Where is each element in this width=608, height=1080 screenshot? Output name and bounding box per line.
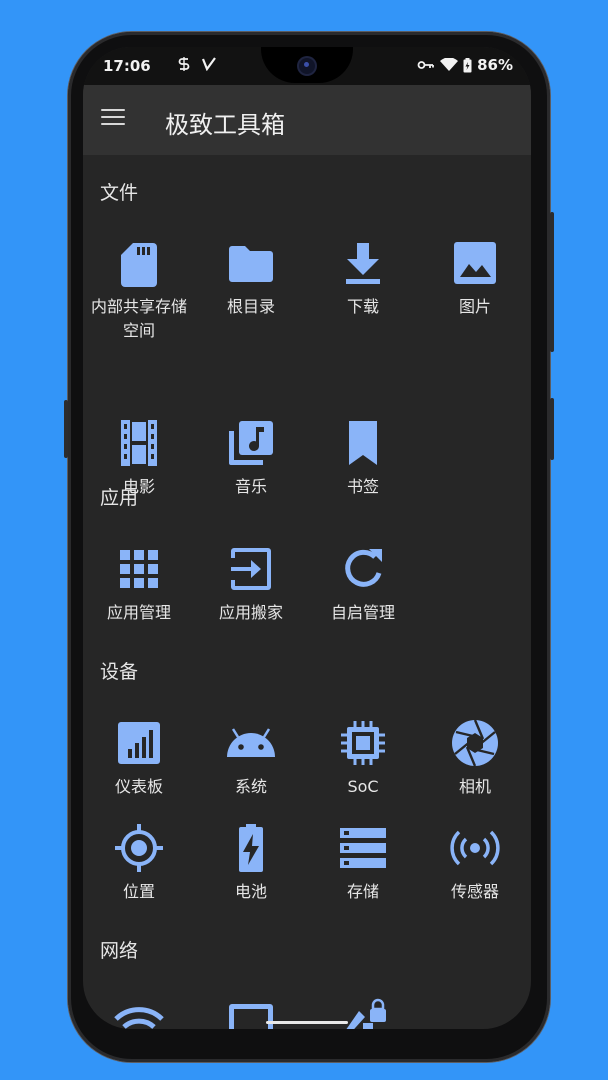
- sync-icon: [178, 57, 190, 71]
- tile-music[interactable]: 音乐: [195, 417, 307, 499]
- tile-sensors[interactable]: 传感器: [419, 822, 531, 904]
- tile-label: SoC: [347, 777, 379, 796]
- location-crosshair-icon: [115, 824, 163, 872]
- tile-tablet[interactable]: [195, 997, 307, 1029]
- tile-label: 应用搬家: [218, 603, 283, 622]
- ethernet-lock-icon: [346, 998, 386, 1029]
- phone-side-button: [550, 212, 554, 352]
- screen: 17:06 86% 极致工具箱 文件 内部共享存储空间 根目录 下载 图片 电影…: [83, 47, 531, 1029]
- wifi-icon: [114, 1007, 164, 1029]
- tile-label: 图片: [458, 297, 491, 316]
- phone-side-button: [64, 400, 68, 458]
- tile-label: 位置: [122, 882, 155, 901]
- section-title-apps: 应用: [100, 487, 139, 509]
- status-time: 17:06: [103, 57, 151, 75]
- tile-app-manager[interactable]: 应用管理: [83, 543, 195, 625]
- tile-wifi[interactable]: [83, 997, 195, 1029]
- gesture-nav-bar[interactable]: [266, 1021, 348, 1024]
- check-v-icon: [202, 57, 216, 71]
- app-bar: 极致工具箱: [83, 85, 531, 155]
- phone-side-button: [550, 398, 554, 460]
- tile-soc[interactable]: SoC: [307, 717, 419, 799]
- tile-pictures[interactable]: 图片: [419, 237, 531, 319]
- sensor-icon: [450, 830, 500, 866]
- bookmark-icon: [349, 421, 377, 465]
- battery-icon: [463, 57, 472, 72]
- section-title-device: 设备: [100, 661, 139, 683]
- tile-dashboard[interactable]: 仪表板: [83, 717, 195, 799]
- folder-icon: [229, 246, 273, 282]
- section-title-network: 网络: [100, 940, 139, 962]
- tile-label: 电池: [234, 882, 267, 901]
- chip-icon: [341, 721, 385, 765]
- tile-downloads[interactable]: 下载: [307, 237, 419, 319]
- tile-internal-storage[interactable]: 内部共享存储空间: [83, 237, 195, 343]
- tile-label: 书签: [346, 477, 379, 496]
- music-library-icon: [229, 421, 273, 465]
- tile-storage[interactable]: 存储: [307, 822, 419, 904]
- tile-label: 根目录: [226, 297, 275, 316]
- tile-location[interactable]: 位置: [83, 822, 195, 904]
- sd-card-icon: [121, 243, 157, 287]
- tile-network-lock[interactable]: [307, 997, 419, 1029]
- battery-percentage: 86%: [477, 56, 513, 74]
- download-icon: [346, 243, 380, 284]
- tile-label: 自启管理: [330, 603, 395, 622]
- camera-aperture-icon: [452, 719, 498, 767]
- tile-label: 存储: [346, 882, 379, 901]
- tile-label: 传感器: [450, 882, 499, 901]
- move-in-icon: [231, 548, 271, 590]
- tile-root-directory[interactable]: 根目录: [195, 237, 307, 319]
- tile-label: 音乐: [234, 477, 267, 496]
- refresh-icon: [345, 549, 382, 587]
- image-icon: [454, 242, 496, 284]
- tile-label: 应用管理: [106, 603, 171, 622]
- tile-battery[interactable]: 电池: [195, 822, 307, 904]
- storage-icon: [340, 828, 386, 868]
- status-notification-icons: [178, 56, 216, 72]
- tablet-icon: [229, 1004, 273, 1029]
- battery-charging-icon: [239, 824, 263, 872]
- tile-camera[interactable]: 相机: [419, 717, 531, 799]
- film-icon: [121, 420, 157, 466]
- apps-grid-icon: [120, 550, 158, 588]
- android-icon: [227, 728, 275, 757]
- tile-label: 系统: [234, 777, 267, 796]
- tile-app-mover[interactable]: 应用搬家: [195, 543, 307, 625]
- tile-label: 内部共享存储空间: [90, 297, 187, 340]
- dashboard-icon: [118, 722, 160, 764]
- tile-system[interactable]: 系统: [195, 717, 307, 799]
- tile-label: 相机: [458, 777, 491, 796]
- vpn-key-icon: [417, 61, 434, 69]
- tile-bookmarks[interactable]: 书签: [307, 417, 419, 499]
- tile-label: 仪表板: [114, 777, 163, 796]
- front-camera: [299, 58, 315, 74]
- wifi-signal-icon: [440, 58, 459, 71]
- tile-autostart-manager[interactable]: 自启管理: [307, 543, 419, 625]
- app-title: 极致工具箱: [165, 111, 285, 139]
- menu-icon[interactable]: [101, 109, 125, 127]
- status-system-icons: 86%: [417, 56, 513, 74]
- tile-label: 下载: [346, 297, 379, 316]
- section-title-files: 文件: [100, 182, 139, 204]
